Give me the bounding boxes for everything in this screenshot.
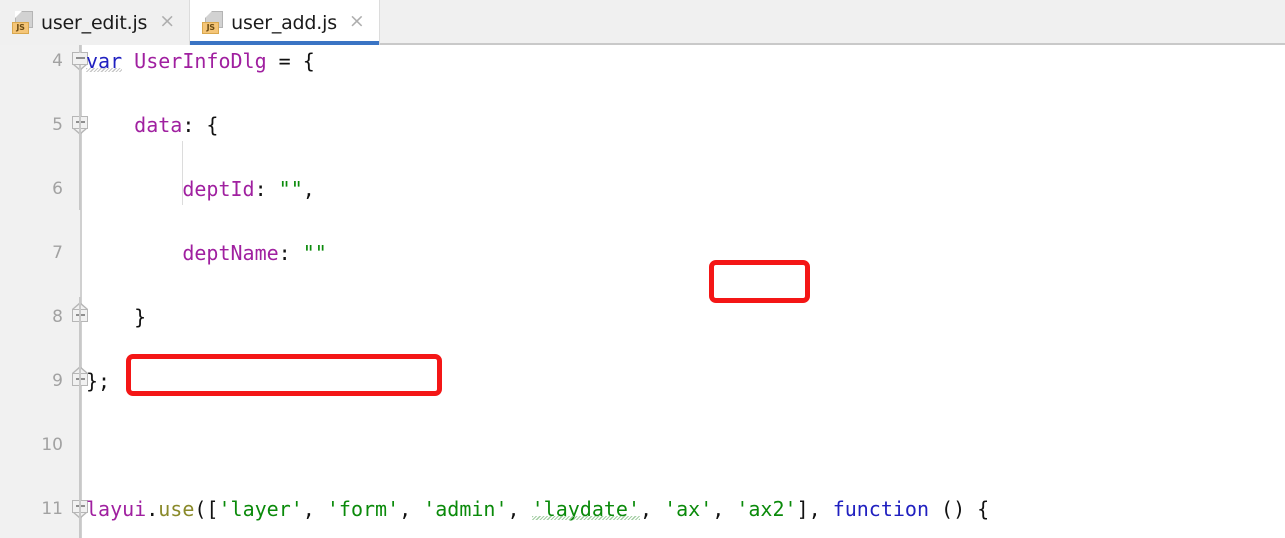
editor-tab-bar: JS user_edit.js × JS user_add.js × [0, 0, 1285, 45]
fold-guide-line [79, 65, 81, 210]
code-token: deptId [182, 177, 255, 201]
js-file-icon: JS [12, 11, 33, 34]
code-token: function [832, 497, 930, 521]
editor-tab-user_add-js[interactable]: JS user_add.js × [190, 0, 380, 45]
line-number: 6 [52, 179, 63, 199]
code-token: , [507, 497, 532, 521]
js-badge: JS [12, 22, 29, 34]
editor-window: JS user_edit.js × JS user_add.js × 4 var UserI… [0, 0, 1285, 538]
code-line[interactable]: 4 var UserInfoDlg = { [0, 45, 1285, 77]
code-token: ], [796, 497, 833, 521]
code-token: : [254, 177, 279, 201]
code-line[interactable]: 11 layui.use(['layer', 'form', 'admin', '… [0, 493, 1285, 525]
code-token: 'layer' [218, 497, 303, 521]
fold-guide-line [79, 45, 81, 53]
code-token: : [278, 241, 303, 265]
code-token: "" [278, 177, 303, 201]
line-number: 4 [52, 51, 63, 71]
code-text: } [86, 301, 146, 333]
code-token: () { [929, 497, 990, 521]
tab-label: user_edit.js [41, 11, 148, 34]
code-token: . [146, 497, 159, 521]
code-line[interactable]: 9}; [0, 365, 1285, 397]
code-token: var [86, 49, 123, 73]
code-token: 'admin' [423, 497, 508, 521]
code-token: , [302, 177, 315, 201]
code-line[interactable]: 6 deptId: "", [0, 173, 1285, 205]
line-number: 8 [52, 307, 63, 327]
code-editor-pane[interactable]: 4 var UserInfoDlg = { 5 data: { 6 deptId: "… [0, 45, 1285, 538]
line-number: 5 [52, 115, 63, 135]
indent-guide [182, 141, 183, 205]
code-token: ([ [194, 497, 219, 521]
line-number: 11 [41, 499, 63, 519]
code-token: use [158, 497, 195, 521]
line-number: 9 [52, 371, 63, 391]
code-text: }; [86, 365, 110, 397]
js-file-icon: JS [202, 11, 224, 34]
code-token: }; [86, 369, 111, 393]
tab-label: user_add.js [231, 11, 337, 34]
code-text: layui.use(['layer', 'form', 'admin', 'la… [86, 493, 989, 525]
js-badge: JS [202, 22, 220, 34]
code-token: 'form' [326, 497, 400, 521]
code-line[interactable]: 5 data: { [0, 109, 1285, 141]
code-token: , [712, 497, 737, 521]
code-token: , [639, 497, 665, 521]
code-token: deptName [182, 241, 279, 265]
close-icon[interactable]: × [345, 11, 369, 34]
code-line[interactable]: 8 } [0, 301, 1285, 333]
code-token: : { [182, 113, 219, 137]
fold-guide-line [79, 297, 81, 538]
code-token: "" [302, 241, 327, 265]
code-token: layui [86, 497, 147, 521]
code-token: 'laydate' [531, 497, 640, 521]
code-token: } [86, 305, 147, 329]
code-token: = { [266, 49, 315, 73]
editor-tab-user_edit-js[interactable]: JS user_edit.js × [0, 0, 191, 45]
code-token: data [134, 113, 183, 137]
code-text: deptName: "" [86, 237, 327, 269]
code-line[interactable]: 10 [0, 429, 1285, 461]
code-lines: 4 var UserInfoDlg = { 5 data: { 6 deptId: "… [0, 45, 1285, 538]
code-line[interactable]: 7 deptName: "" [0, 237, 1285, 269]
close-icon[interactable]: × [155, 11, 179, 34]
code-text: deptId: "", [86, 173, 315, 205]
code-text: data: { [86, 109, 218, 141]
code-token: , [399, 497, 424, 521]
code-token: UserInfoDlg [134, 49, 267, 73]
line-number: 7 [52, 243, 63, 263]
code-text: var UserInfoDlg = { [86, 45, 315, 77]
code-token: , [302, 497, 327, 521]
code-token: 'ax' [664, 497, 713, 521]
line-number: 10 [41, 435, 63, 455]
code-token: 'ax2' [736, 497, 797, 521]
